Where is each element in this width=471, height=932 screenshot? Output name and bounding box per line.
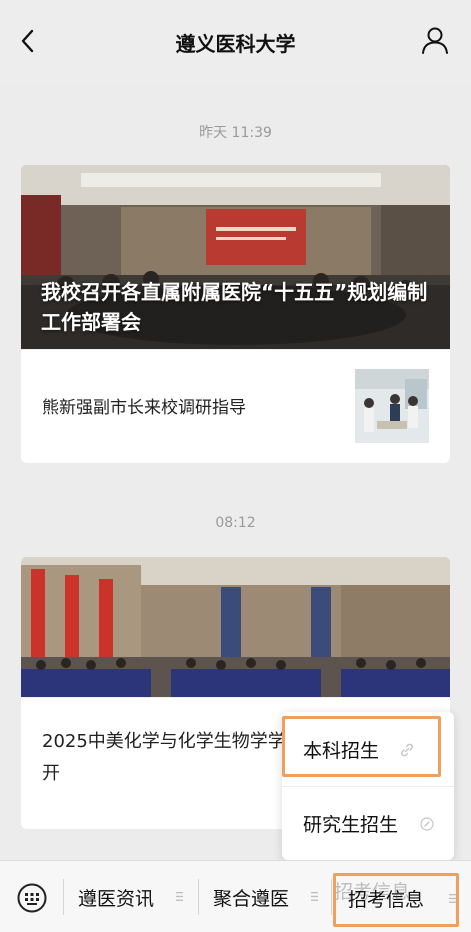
article-card: 我校召开各直属附属医院“十五五”规划编制工作部署会 熊新强副市长来校调研指导 bbox=[21, 165, 450, 463]
article-list-item[interactable]: 熊新强副市长来校调研指导 bbox=[21, 349, 450, 463]
submenu-popup: 本科招生 研究生招生 bbox=[282, 712, 454, 860]
header-bar: 遵义医科大学 bbox=[0, 0, 471, 82]
visit-photo bbox=[355, 369, 429, 443]
keyboard-toggle-button[interactable] bbox=[17, 883, 47, 913]
page-title: 遵义医科大学 bbox=[175, 32, 296, 56]
menu-lines-icon bbox=[176, 892, 183, 901]
tab-label: 招考信息 bbox=[348, 889, 425, 911]
tab-admissions-info[interactable]: 招考信息 招考信息 bbox=[332, 861, 471, 932]
article-thumbnail bbox=[355, 369, 429, 443]
tab-label: 聚合遵医 bbox=[213, 888, 290, 910]
profile-button[interactable] bbox=[419, 24, 451, 56]
menu-lines-icon bbox=[449, 894, 456, 903]
link-icon bbox=[401, 743, 413, 757]
lead-article[interactable] bbox=[21, 557, 450, 697]
conference-hall-photo bbox=[21, 557, 450, 697]
bottom-menu-bar: 遵医资讯 聚合遵医 招考信息 招考信息 bbox=[0, 860, 471, 932]
menu-item-label: 研究生招生 bbox=[303, 814, 399, 836]
menu-item-graduate-admissions[interactable]: 研究生招生 bbox=[282, 786, 454, 860]
link-icon bbox=[420, 817, 434, 831]
menu-lines-icon bbox=[311, 892, 318, 901]
message-timestamp: 昨天 11:39 bbox=[199, 125, 272, 141]
tab-zunyi-news[interactable]: 遵医资讯 bbox=[64, 861, 198, 932]
tab-aggregate[interactable]: 聚合遵医 bbox=[199, 861, 331, 932]
lead-article[interactable]: 我校召开各直属附属医院“十五五”规划编制工作部署会 bbox=[21, 165, 450, 349]
person-icon bbox=[422, 27, 448, 54]
menu-item-undergraduate-admissions[interactable]: 本科招生 bbox=[282, 712, 454, 786]
tab-label: 遵医资讯 bbox=[78, 888, 155, 910]
lead-article-title: 我校召开各直属附属医院“十五五”规划编制工作部署会 bbox=[41, 280, 428, 334]
message-timestamp: 08:12 bbox=[215, 515, 256, 531]
keyboard-icon bbox=[17, 883, 47, 913]
article-title: 熊新强副市长来校调研指导 bbox=[42, 398, 246, 418]
menu-item-label: 本科招生 bbox=[303, 740, 380, 762]
